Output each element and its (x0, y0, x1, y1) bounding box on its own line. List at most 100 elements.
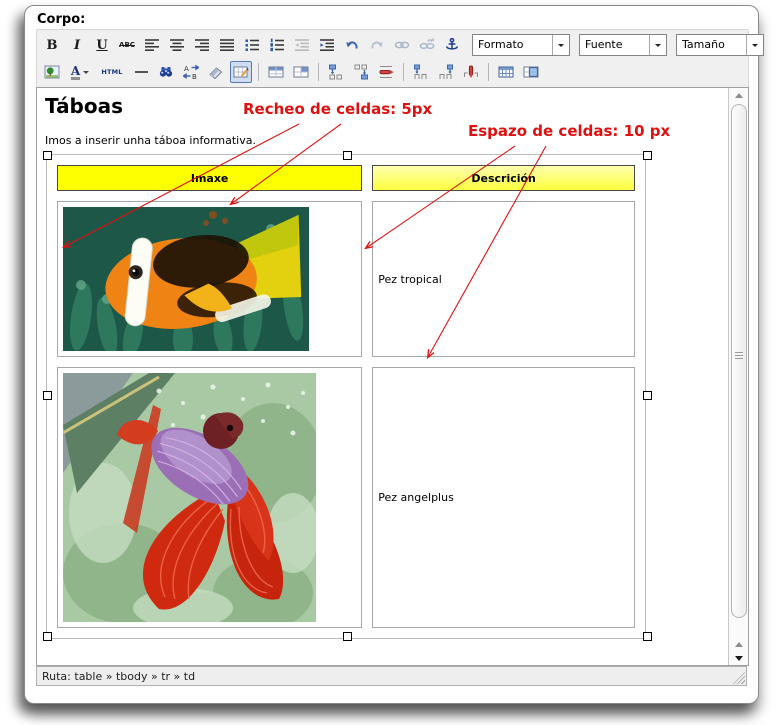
bullet-list-button[interactable] (241, 34, 263, 56)
editor-window: Corpo: B I U ABC Formato Fuente Tamaño (24, 5, 759, 704)
scroll-up-button[interactable] (729, 88, 748, 102)
insert-row-after-button[interactable] (350, 61, 372, 83)
selection-handle-top-right[interactable] (643, 151, 652, 160)
align-center-button[interactable] (166, 34, 188, 56)
chevron-down-icon (83, 71, 89, 77)
format-select[interactable]: Formato (472, 34, 570, 56)
replace-button[interactable]: AB (180, 61, 202, 83)
align-left-button[interactable] (141, 34, 163, 56)
underline-button[interactable]: U (91, 34, 113, 56)
bold-button[interactable]: B (41, 34, 63, 56)
align-left-icon (144, 37, 160, 53)
status-bar: Ruta: table » tbody » tr » td (36, 666, 747, 686)
outdent-button[interactable] (291, 34, 313, 56)
strikethrough-button[interactable]: ABC (116, 34, 138, 56)
unlink-icon (419, 37, 435, 53)
redo-button[interactable] (366, 34, 388, 56)
toolbar-row-2: A HTML AB (41, 60, 542, 84)
insert-col-after-button[interactable] (435, 61, 457, 83)
horizontal-rule-button[interactable] (130, 61, 152, 83)
cleanup-button[interactable] (205, 61, 227, 83)
resize-grip-icon[interactable] (733, 672, 745, 684)
scroll-up-button-bottom[interactable] (729, 637, 748, 651)
link-icon (394, 37, 410, 53)
element-path: Ruta: table » tbody » tr » td (42, 670, 195, 683)
indent-icon (319, 37, 335, 53)
toolbar-separator (258, 63, 259, 81)
annotation-cell-padding[interactable]: Recheo de celdas: 5px (243, 100, 432, 118)
selection-handle-top-center[interactable] (343, 151, 352, 160)
align-justify-button[interactable] (216, 34, 238, 56)
table-header-imaxe[interactable]: Imaxe (57, 165, 362, 191)
html-icon: HTML (101, 68, 122, 76)
align-justify-icon (219, 37, 235, 53)
delete-col-button[interactable] (460, 61, 482, 83)
annotation-cell-spacing[interactable]: Espazo de celdas: 10 px (468, 122, 670, 140)
font-select[interactable]: Fuente (579, 34, 667, 56)
scrollbar-grip (735, 352, 743, 360)
toolbar-separator (318, 63, 319, 81)
font-select-value: Fuente (580, 35, 649, 55)
font-select-arrow-button[interactable] (649, 35, 666, 55)
find-replace-icon: AB (183, 64, 199, 80)
betta-fish-image[interactable] (63, 373, 316, 622)
align-right-button[interactable] (191, 34, 213, 56)
horizontal-rule-icon (135, 71, 148, 73)
italic-icon: I (74, 38, 80, 53)
anchor-button[interactable] (441, 34, 463, 56)
outdent-icon (294, 37, 310, 53)
merge-cells-button[interactable] (520, 61, 542, 83)
size-select-arrow-button[interactable] (746, 35, 763, 55)
table-cell-image-2[interactable] (57, 367, 362, 628)
scrollbar-thumb[interactable] (731, 104, 747, 618)
selection-handle-bottom-left[interactable] (43, 632, 52, 641)
unlink-button[interactable] (416, 34, 438, 56)
selection-handle-bottom-center[interactable] (343, 632, 352, 641)
merge-cells-icon (523, 64, 539, 80)
toolbar-separator (488, 63, 489, 81)
numbered-list-button[interactable] (266, 34, 288, 56)
svg-text:A: A (184, 65, 189, 73)
search-button[interactable] (155, 61, 177, 83)
toolbar: B I U ABC Formato Fuente Tamaño A (36, 29, 749, 89)
size-select[interactable]: Tamaño (676, 34, 764, 56)
clownfish-image[interactable] (63, 207, 309, 351)
document-intro[interactable]: Imos a inserir unha táboa informativa. (45, 134, 256, 147)
selection-handle-mid-left[interactable] (43, 391, 52, 400)
selection-handle-bottom-right[interactable] (643, 632, 652, 641)
link-button[interactable] (391, 34, 413, 56)
indent-button[interactable] (316, 34, 338, 56)
scroll-down-button[interactable] (729, 651, 748, 665)
document-heading[interactable]: Táboas (45, 94, 123, 118)
format-select-arrow-button[interactable] (552, 35, 569, 55)
font-color-button[interactable]: A (66, 61, 94, 83)
table-cell-description-1[interactable]: Pez tropical (372, 201, 635, 357)
source-html-button[interactable]: HTML (97, 61, 127, 83)
cell-properties-button[interactable] (290, 61, 312, 83)
arrow-down-icon (735, 656, 743, 665)
selection-handle-top-left[interactable] (43, 151, 52, 160)
font-color-icon: A (71, 65, 80, 80)
table-cell-description-2[interactable]: Pez angelplus (372, 367, 635, 628)
split-cells-button[interactable] (495, 61, 517, 83)
insert-col-before-button[interactable] (410, 61, 432, 83)
document-table[interactable]: Imaxe Descrición (46, 154, 646, 639)
insert-table-button[interactable] (230, 61, 252, 83)
vertical-scrollbar[interactable] (728, 88, 748, 665)
document-table-wrapper: Imaxe Descrición (46, 154, 646, 639)
selection-handle-mid-right[interactable] (643, 391, 652, 400)
delete-row-button[interactable] (375, 61, 397, 83)
table-header-row: Imaxe Descrición (57, 165, 635, 191)
underline-icon: U (96, 38, 107, 53)
insert-image-button[interactable] (41, 61, 63, 83)
undo-button[interactable] (341, 34, 363, 56)
italic-button[interactable]: I (66, 34, 88, 56)
toolbar-row-1: B I U ABC Formato Fuente Tamaño (41, 33, 764, 57)
table-cell-image-1[interactable] (57, 201, 362, 357)
editor-canvas[interactable]: Táboas Imos a inserir unha táboa informa… (36, 87, 749, 666)
insert-col-before-icon (413, 64, 429, 80)
insert-row-before-button[interactable] (325, 61, 347, 83)
document-content[interactable]: Táboas Imos a inserir unha táboa informa… (37, 88, 729, 665)
row-properties-button[interactable] (265, 61, 287, 83)
table-header-descricion[interactable]: Descrición (372, 165, 635, 191)
